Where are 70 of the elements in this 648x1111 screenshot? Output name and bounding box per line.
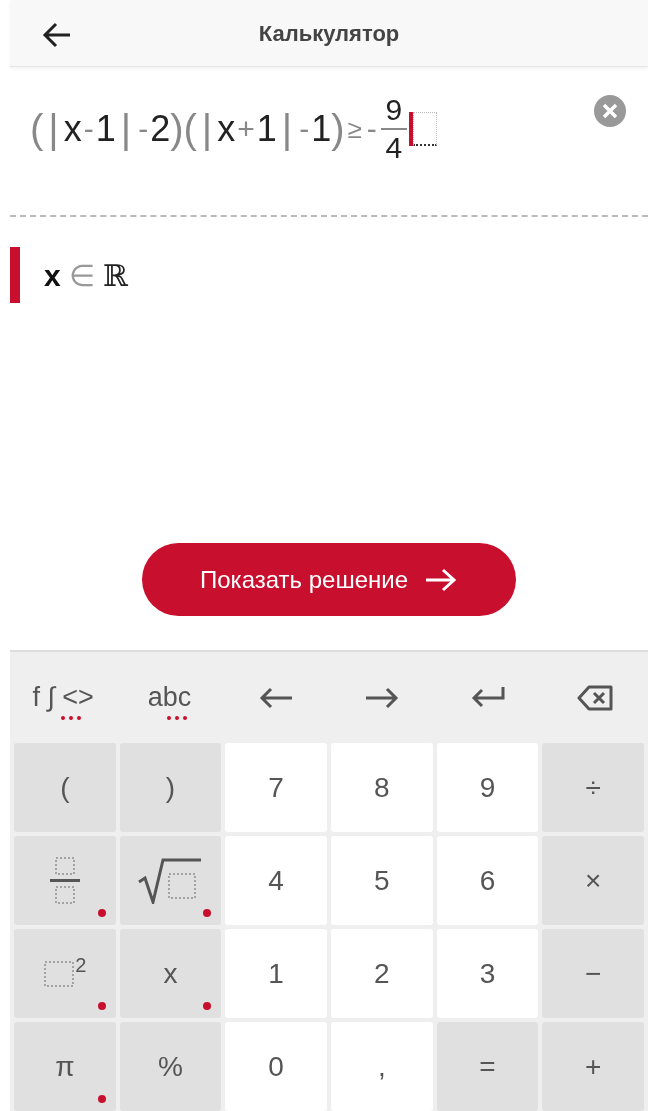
screen-title: Калькулятор — [258, 19, 400, 48]
keypad-key[interactable]: , — [331, 1022, 433, 1111]
keypad-key[interactable]: 2 — [331, 929, 433, 1018]
expression-token: x — [63, 111, 82, 148]
expression-token: x — [217, 111, 236, 148]
keypad-key[interactable]: − — [542, 929, 644, 1018]
result-relation: ∈ — [68, 257, 95, 294]
keypad-key[interactable] — [119, 836, 222, 925]
expression-token: ( — [183, 109, 197, 150]
keypad-key[interactable]: ( — [14, 743, 116, 832]
keypad-key[interactable]: 8 — [331, 743, 433, 832]
more-dot — [97, 1002, 106, 1010]
keyboard-tab[interactable]: abc — [116, 652, 223, 743]
expression-token: ( — [30, 109, 44, 150]
placeholder-box-icon — [43, 959, 76, 988]
keypad-key[interactable]: 0 — [225, 1022, 327, 1111]
result-variable: x — [44, 257, 61, 294]
square-root-icon — [137, 857, 204, 904]
more-dots — [167, 716, 188, 720]
exponent: 2 — [75, 953, 87, 978]
expression-token: ) — [331, 109, 345, 150]
more-dot — [203, 909, 212, 917]
expression-token: ≥ — [346, 116, 363, 143]
keypad-key[interactable]: 1 — [225, 929, 327, 1018]
backspace-icon[interactable] — [576, 683, 613, 712]
keypad-key[interactable]: 2 — [14, 929, 116, 1018]
more-dot — [97, 1095, 106, 1103]
result-marker — [10, 247, 20, 303]
clear-icon[interactable] — [594, 95, 626, 128]
expression-token: 1 — [311, 111, 332, 148]
expression-token: 1 — [256, 111, 277, 148]
expression-token: | — [47, 109, 60, 150]
arrow-right-icon — [424, 566, 458, 593]
expression-token: | — [200, 109, 214, 150]
more-dot — [203, 1002, 212, 1010]
keypad-key[interactable]: = — [436, 1022, 539, 1111]
keyboard-tab[interactable]: f ∫ <> — [10, 652, 117, 743]
input-slot[interactable] — [412, 112, 437, 147]
keypad-key[interactable]: 7 — [225, 743, 327, 832]
keypad-key[interactable]: % — [119, 1022, 222, 1111]
expression-token: - — [298, 114, 311, 145]
keypad-key[interactable]: 5 — [331, 836, 433, 925]
show-solution-button[interactable]: Показать решение — [142, 543, 516, 616]
expression-token: 1 — [95, 111, 116, 148]
back-icon[interactable] — [42, 20, 72, 50]
expression-token: - — [365, 114, 378, 145]
keypad-key[interactable]: ÷ — [542, 743, 644, 832]
result-set: ℝ — [102, 256, 128, 295]
denominator: 4 — [385, 133, 403, 164]
keypad-key[interactable]: 6 — [436, 836, 539, 925]
keypad-key[interactable]: 3 — [436, 929, 539, 1018]
keypad-key[interactable]: ) — [119, 743, 222, 832]
text-cursor — [408, 112, 413, 147]
more-dots — [61, 716, 82, 720]
expression-token: 2 — [150, 111, 171, 148]
expression-token: - — [137, 114, 150, 145]
keypad-key[interactable]: + — [542, 1022, 644, 1111]
expression-token: + — [236, 114, 256, 145]
numerator: 9 — [385, 95, 403, 126]
keypad-key[interactable]: 9 — [436, 743, 539, 832]
fraction-icon — [47, 855, 82, 906]
keypad-key[interactable]: x — [119, 929, 222, 1018]
keypad-key[interactable]: π — [14, 1022, 116, 1111]
keypad-key[interactable]: × — [542, 836, 644, 925]
expression-token: - — [82, 114, 95, 145]
expression-token: | — [280, 109, 294, 150]
expression-token: | — [119, 109, 133, 150]
expression-token: ) — [170, 109, 184, 150]
more-dot — [97, 909, 106, 917]
keypad-key[interactable]: 4 — [225, 836, 327, 925]
